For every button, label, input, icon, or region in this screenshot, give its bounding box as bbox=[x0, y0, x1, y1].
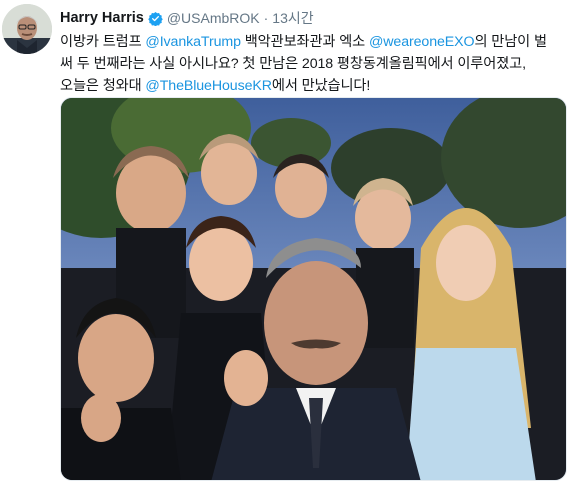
text-segment: 오늘은 청와대 bbox=[60, 78, 146, 94]
verified-badge-icon bbox=[148, 11, 163, 26]
author-handle[interactable]: @USAmbROK bbox=[167, 10, 260, 26]
avatar[interactable] bbox=[2, 4, 52, 54]
text-segment: 의 만남이 벌 bbox=[474, 34, 547, 50]
text-segment: 백악관보좌관과 엑소 bbox=[240, 34, 369, 50]
tweet-text: 이방카 트럼프 @IvankaTrump 백악관보좌관과 엑소 @weareon… bbox=[60, 31, 572, 97]
meta-separator: · bbox=[263, 10, 269, 26]
mention-link-weareoneexo[interactable]: @weareoneEXO bbox=[369, 34, 475, 50]
tweet-text-line-2: 써 두 번째라는 사실 아시나요? 첫 만남은 2018 평창동계올림픽에서 이… bbox=[60, 56, 526, 72]
text-segment: 에서 만났습니다! bbox=[271, 78, 371, 94]
tweet-text-line-1: 이방카 트럼프 @IvankaTrump 백악관보좌관과 엑소 @weareon… bbox=[60, 31, 572, 53]
text-segment: 이방카 트럼프 bbox=[60, 34, 146, 50]
tweet-photo[interactable] bbox=[60, 97, 567, 481]
mention-link-ivankatrump[interactable]: @IvankaTrump bbox=[145, 34, 241, 50]
tweet-card: Harry Harris @USAmbROK · 13시간 이방카 트럼프 @I… bbox=[0, 0, 579, 486]
tweet-text-line-3: 오늘은 청와대 @TheBlueHouseKR에서 만났습니다! bbox=[60, 75, 572, 97]
tweet-header: Harry Harris @USAmbROK · 13시간 bbox=[60, 8, 314, 28]
author-name[interactable]: Harry Harris bbox=[60, 10, 144, 26]
mention-link-thebluehousekr[interactable]: @TheBlueHouseKR bbox=[145, 78, 272, 94]
timestamp[interactable]: 13시간 bbox=[272, 8, 313, 28]
